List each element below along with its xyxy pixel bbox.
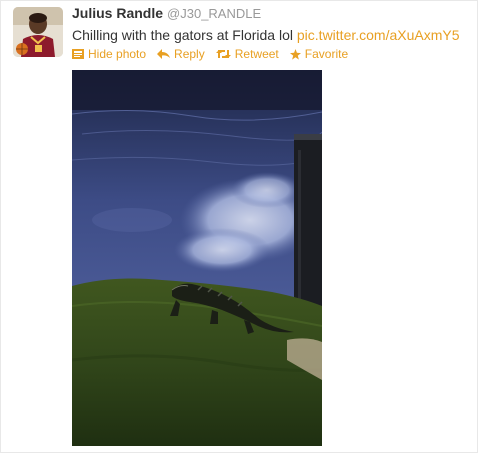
reply-button[interactable]: Reply <box>157 46 205 62</box>
reply-label: Reply <box>174 47 205 61</box>
avatar-image <box>13 7 63 57</box>
favorite-label: Favorite <box>304 47 349 61</box>
tweet-photo-link[interactable]: pic.twitter.com/aXuAxmY5 <box>297 27 460 43</box>
tweet-header: Julius Randle @J30_RANDLE <box>72 5 472 22</box>
retweet-label: Retweet <box>234 47 279 61</box>
hide-photo-label: Hide photo <box>88 47 147 61</box>
retweet-button[interactable]: Retweet <box>215 46 279 62</box>
photo-icon <box>72 49 84 59</box>
tweet-body: Chilling with the gators at Florida lol <box>72 27 293 43</box>
retweet-icon <box>215 50 231 58</box>
fullname[interactable]: Julius Randle <box>72 5 163 21</box>
gator-photo-image <box>72 70 322 446</box>
tweet-content: Julius Randle @J30_RANDLE Chilling with t… <box>72 5 472 62</box>
tweet-actions: Hide photo Reply Retweet Favorite <box>72 46 472 62</box>
tweet-photo[interactable] <box>72 70 322 446</box>
avatar[interactable] <box>13 7 63 57</box>
tweet-text: Chilling with the gators at Florida lol … <box>72 26 472 44</box>
reply-arrow-icon <box>157 49 171 59</box>
star-icon <box>289 48 301 60</box>
hide-photo-button[interactable]: Hide photo <box>72 46 146 62</box>
username[interactable]: @J30_RANDLE <box>167 6 261 21</box>
tweet-card: Julius Randle @J30_RANDLE Chilling with t… <box>0 0 478 453</box>
favorite-button[interactable]: Favorite <box>289 46 349 62</box>
